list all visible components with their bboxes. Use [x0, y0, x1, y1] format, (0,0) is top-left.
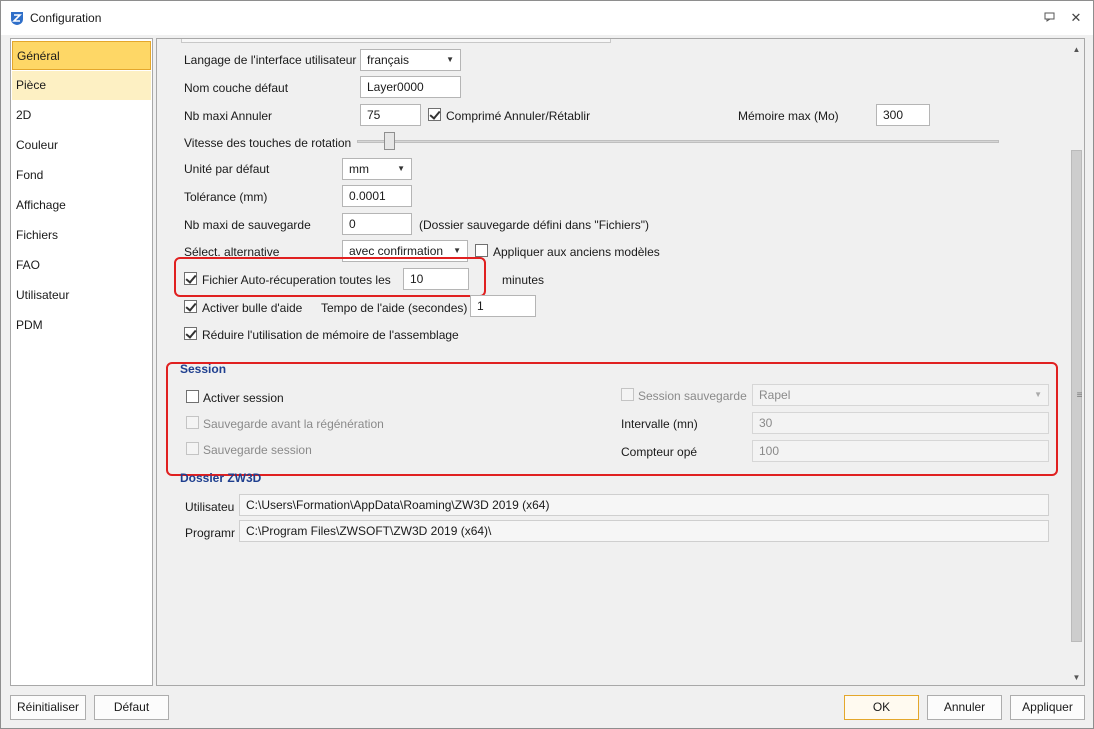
apply-button[interactable]: Appliquer: [1010, 695, 1085, 720]
sidebar-item-affichage[interactable]: Affichage: [12, 191, 151, 220]
tooltip-delay-label: Tempo de l'aide (secondes): [321, 301, 468, 315]
sidebar-item-general[interactable]: Général: [12, 41, 151, 70]
sidebar-item-label: 2D: [16, 108, 32, 122]
clipped-frame-edge: [181, 39, 611, 43]
chevron-down-icon: ▼: [446, 55, 454, 64]
program-folder-label: Programr: [185, 526, 236, 540]
sidebar-item-label: Fichiers: [16, 228, 59, 242]
autorecovery-checkbox[interactable]: [184, 272, 197, 285]
save-before-regen-checkbox[interactable]: [186, 416, 199, 429]
tooltip-delay-input[interactable]: 1: [470, 295, 536, 317]
sidebar-item-label: Affichage: [16, 198, 66, 212]
max-memory-input[interactable]: 300: [876, 104, 930, 126]
vertical-scrollbar[interactable]: ▲ ≡ ▼: [1069, 40, 1084, 685]
cancel-button[interactable]: Annuler: [927, 695, 1002, 720]
reset-button[interactable]: Réinitialiser: [10, 695, 86, 720]
rotation-speed-slider-thumb[interactable]: [384, 132, 395, 150]
interval-input[interactable]: 30: [752, 412, 1049, 434]
scrollbar-thumb[interactable]: ≡: [1071, 150, 1082, 642]
max-undo-input[interactable]: 75: [360, 104, 421, 126]
alt-selection-select-value: avec confirmation: [349, 244, 444, 258]
title-bar: Configuration ✕: [1, 1, 1093, 35]
max-backup-input[interactable]: 0: [342, 213, 412, 235]
scroll-up-icon[interactable]: ▲: [1069, 42, 1084, 57]
sidebar-item-fichiers[interactable]: Fichiers: [12, 221, 151, 250]
settings-panel: Langage de l'interface utilisateur franç…: [156, 38, 1085, 686]
autorecovery-interval-input[interactable]: 10: [403, 268, 469, 290]
default-unit-select[interactable]: mm ▼: [342, 158, 412, 180]
tolerance-label: Tolérance (mm): [184, 190, 268, 204]
language-label: Langage de l'interface utilisateur: [184, 53, 357, 67]
restore-icon[interactable]: [1042, 10, 1058, 26]
sidebar-item-piece[interactable]: Pièce: [12, 71, 151, 100]
category-sidebar: Général Pièce 2D Couleur Fond Affichage …: [10, 38, 153, 686]
session-save-label: Session sauvegarde: [638, 389, 747, 403]
apply-old-models-label: Appliquer aux anciens modèles: [493, 245, 660, 259]
tolerance-input[interactable]: 0.0001: [342, 185, 412, 207]
program-folder-path[interactable]: C:\Program Files\ZWSOFT\ZW3D 2019 (x64)\: [239, 520, 1049, 542]
save-before-regen-label: Sauvegarde avant la régénération: [203, 417, 384, 431]
apply-old-models-checkbox[interactable]: [475, 244, 488, 257]
session-section-title: Session: [180, 362, 227, 376]
user-folder-label: Utilisateu: [185, 500, 235, 514]
grip-icon: ≡: [1076, 390, 1083, 401]
sidebar-item-fond[interactable]: Fond: [12, 161, 151, 190]
rotation-speed-label: Vitesse des touches de rotation: [184, 136, 352, 150]
sidebar-item-label: FAO: [16, 258, 41, 272]
language-select-value: français: [367, 53, 410, 67]
interval-label: Intervalle (mn): [621, 417, 698, 431]
app-logo-icon: [9, 10, 25, 26]
activate-session-checkbox[interactable]: [186, 390, 199, 403]
rotation-speed-slider[interactable]: [357, 140, 999, 143]
sidebar-item-2d[interactable]: 2D: [12, 101, 151, 130]
op-counter-label: Compteur opé: [621, 445, 698, 459]
sidebar-item-label: Utilisateur: [16, 288, 70, 302]
session-save-select-value: Rapel: [759, 388, 791, 402]
sidebar-item-utilisateur[interactable]: Utilisateur: [12, 281, 151, 310]
compress-undo-checkbox[interactable]: [428, 108, 441, 121]
tooltip-bubble-label: Activer bulle d'aide: [202, 301, 303, 315]
chevron-down-icon: ▼: [397, 164, 405, 173]
chevron-down-icon: ▼: [1034, 390, 1042, 399]
max-memory-label: Mémoire max (Mo): [738, 109, 839, 123]
backup-folder-note: (Dossier sauvegarde défini dans "Fichier…: [419, 218, 649, 232]
sidebar-item-pdm[interactable]: PDM: [12, 311, 151, 340]
tooltip-bubble-checkbox[interactable]: [184, 300, 197, 313]
sidebar-item-label: Fond: [16, 168, 44, 182]
max-backup-label: Nb maxi de sauvegarde: [184, 218, 311, 232]
session-save-checkbox[interactable]: [621, 388, 634, 401]
default-layer-input[interactable]: Layer0000: [360, 76, 461, 98]
user-folder-path[interactable]: C:\Users\Formation\AppData\Roaming\ZW3D …: [239, 494, 1049, 516]
sidebar-item-fao[interactable]: FAO: [12, 251, 151, 280]
language-select[interactable]: français ▼: [360, 49, 461, 71]
default-unit-label: Unité par défaut: [184, 162, 270, 176]
reduce-memory-label: Réduire l'utilisation de mémoire de l'as…: [202, 328, 459, 342]
autorecovery-label: Fichier Auto-récuperation toutes les: [202, 273, 391, 287]
window-title: Configuration: [30, 11, 102, 25]
reduce-memory-checkbox[interactable]: [184, 327, 197, 340]
save-session-label: Sauvegarde session: [203, 443, 312, 457]
default-button[interactable]: Défaut: [94, 695, 169, 720]
sidebar-item-label: Pièce: [16, 78, 47, 92]
scroll-down-icon[interactable]: ▼: [1069, 670, 1084, 685]
ok-button[interactable]: OK: [844, 695, 919, 720]
session-save-select[interactable]: Rapel ▼: [752, 384, 1049, 406]
zw3d-folder-section-title: Dossier ZW3D: [180, 471, 262, 485]
close-icon[interactable]: ✕: [1068, 10, 1084, 26]
max-undo-label: Nb maxi Annuler: [184, 109, 273, 123]
activate-session-label: Activer session: [203, 391, 284, 405]
default-unit-select-value: mm: [349, 162, 369, 176]
sidebar-item-couleur[interactable]: Couleur: [12, 131, 151, 160]
sidebar-item-label: PDM: [16, 318, 43, 332]
save-session-checkbox[interactable]: [186, 442, 199, 455]
autorecovery-unit-label: minutes: [502, 273, 545, 287]
compress-undo-label: Comprimé Annuler/Rétablir: [446, 109, 591, 123]
op-counter-input[interactable]: 100: [752, 440, 1049, 462]
default-layer-label: Nom couche défaut: [184, 81, 289, 95]
sidebar-item-label: Couleur: [16, 138, 59, 152]
configuration-window: Configuration ✕ Général Pièce 2D Couleur…: [0, 0, 1094, 729]
sidebar-item-label: Général: [17, 49, 60, 63]
